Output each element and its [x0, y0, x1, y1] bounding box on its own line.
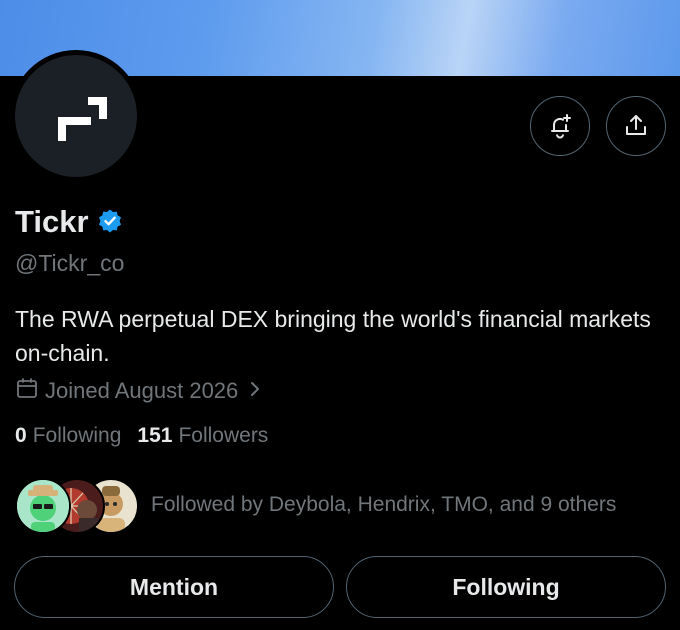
profile-name-row: Tickr [15, 204, 123, 240]
joined-date-row[interactable]: Joined August 2026 [15, 376, 262, 406]
mention-button[interactable]: Mention [14, 556, 334, 618]
profile-bio: The RWA perpetual DEX bringing the world… [15, 306, 651, 366]
followers-count: 151 [137, 424, 173, 447]
following-button-label: Following [452, 573, 560, 600]
profile-avatar[interactable] [10, 50, 142, 182]
share-icon [626, 115, 646, 135]
joined-date: Joined August 2026 [45, 378, 239, 403]
following-button[interactable]: Following [346, 556, 666, 618]
share-button[interactable] [606, 96, 666, 156]
chevron-right-icon [248, 378, 262, 404]
calendar-icon [15, 376, 39, 406]
mention-button-label: Mention [129, 573, 219, 600]
follow-stats: 0 Following 151 Followers [15, 424, 268, 448]
profile-name: Tickr [15, 204, 89, 239]
follower-avatars [15, 478, 139, 534]
profile-handle: @Tickr_co [15, 250, 125, 276]
follower-avatar-1 [15, 478, 71, 534]
verified-badge-icon[interactable] [97, 208, 123, 239]
notify-button[interactable] [530, 96, 590, 156]
following-stat[interactable]: 0 Following [15, 424, 121, 448]
tickr-logo-icon [58, 97, 107, 141]
bell-plus-icon [551, 114, 571, 139]
following-label: Following [32, 424, 122, 447]
following-count: 0 [15, 424, 27, 447]
followed-by-text: Followed by Deybola, Hendrix, TMO, and 9… [151, 493, 617, 516]
followers-label: Followers [178, 424, 269, 447]
followed-by-row[interactable]: Followed by Deybola, Hendrix, TMO, and 9… [15, 478, 617, 534]
followers-stat[interactable]: 151 Followers [137, 424, 268, 448]
